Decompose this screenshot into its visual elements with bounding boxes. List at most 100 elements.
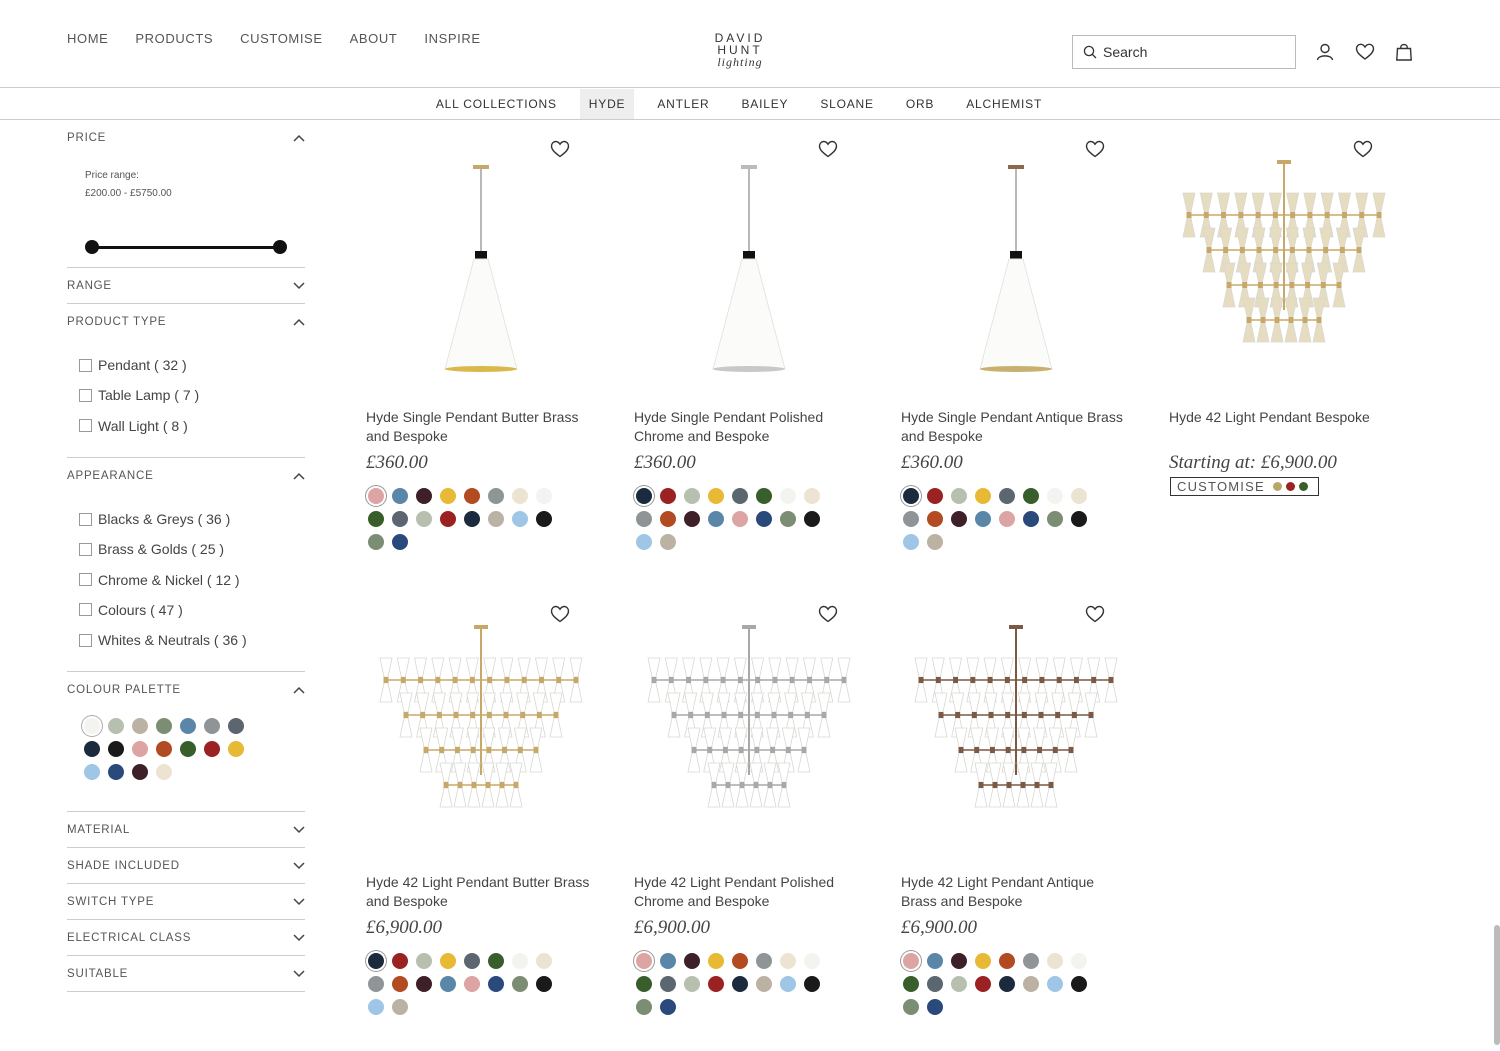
collection-tab-alchemist[interactable]: ALCHEMIST xyxy=(950,89,1058,119)
product-colour-swatch[interactable] xyxy=(684,488,700,504)
product-colour-swatch[interactable] xyxy=(1023,976,1039,992)
collection-tab-bailey[interactable]: BAILEY xyxy=(726,89,805,119)
appearance-option[interactable]: Brass & Golds ( 25 ) xyxy=(79,534,305,564)
product-colour-swatch[interactable] xyxy=(440,511,456,527)
nav-about[interactable]: ABOUT xyxy=(350,31,398,46)
filter-switch-type-header[interactable]: SWITCH TYPE xyxy=(67,884,305,921)
colour-swatch[interactable] xyxy=(84,718,100,735)
product-colour-swatch[interactable] xyxy=(756,976,772,992)
product-colour-swatch[interactable] xyxy=(464,953,480,969)
price-slider-min-handle[interactable] xyxy=(85,240,99,254)
product-colour-swatch[interactable] xyxy=(416,488,432,504)
filter-electrical-class-header[interactable]: ELECTRICAL CLASS xyxy=(67,920,305,957)
product-colour-swatch[interactable] xyxy=(1071,511,1087,527)
colour-swatch[interactable] xyxy=(180,718,196,735)
product-colour-swatch[interactable] xyxy=(368,976,384,992)
product-colour-swatch[interactable] xyxy=(536,976,552,992)
appearance-option[interactable]: Whites & Neutrals ( 36 ) xyxy=(79,625,305,655)
product-colour-swatch[interactable] xyxy=(903,534,919,550)
product-colour-swatch[interactable] xyxy=(1047,488,1063,504)
product-colour-swatch[interactable] xyxy=(636,953,652,969)
product-colour-swatch[interactable] xyxy=(488,511,504,527)
product-colour-swatch[interactable] xyxy=(684,976,700,992)
product-colour-swatch[interactable] xyxy=(440,953,456,969)
product-name[interactable]: Hyde Single Pendant Polished Chrome and … xyxy=(634,408,864,446)
product-colour-swatch[interactable] xyxy=(392,953,408,969)
product-colour-swatch[interactable] xyxy=(392,534,408,550)
search-input[interactable] xyxy=(1103,44,1283,60)
product-colour-swatch[interactable] xyxy=(804,488,820,504)
product-card[interactable]: Hyde Single Pendant Butter Brass and Bes… xyxy=(366,140,596,550)
product-colour-swatch[interactable] xyxy=(416,976,432,992)
product-colour-swatch[interactable] xyxy=(488,488,504,504)
product-colour-swatch[interactable] xyxy=(804,511,820,527)
product-colour-swatch[interactable] xyxy=(927,488,943,504)
product-colour-swatch[interactable] xyxy=(756,953,772,969)
checkbox[interactable] xyxy=(79,573,92,587)
product-colour-swatch[interactable] xyxy=(368,511,384,527)
collection-tab-all-collections[interactable]: ALL COLLECTIONS xyxy=(420,89,573,119)
product-colour-swatch[interactable] xyxy=(512,511,528,527)
product-colour-swatch[interactable] xyxy=(732,511,748,527)
filter-colour-palette-header[interactable]: COLOUR PALETTE xyxy=(67,672,305,708)
checkbox[interactable] xyxy=(79,633,92,647)
product-colour-swatch[interactable] xyxy=(440,488,456,504)
product-colour-swatch[interactable] xyxy=(392,488,408,504)
product-colour-swatch[interactable] xyxy=(732,488,748,504)
price-slider-max-handle[interactable] xyxy=(273,240,287,254)
product-colour-swatch[interactable] xyxy=(636,999,652,1015)
product-colour-swatch[interactable] xyxy=(536,953,552,969)
product-colour-swatch[interactable] xyxy=(636,511,652,527)
product-image[interactable] xyxy=(901,135,1131,375)
product-colour-swatch[interactable] xyxy=(999,976,1015,992)
colour-swatch[interactable] xyxy=(108,741,124,758)
product-colour-swatch[interactable] xyxy=(392,511,408,527)
nav-customise[interactable]: CUSTOMISE xyxy=(240,31,322,46)
product-type-option[interactable]: Table Lamp ( 7 ) xyxy=(79,380,305,410)
colour-swatch[interactable] xyxy=(108,764,124,781)
product-image[interactable] xyxy=(366,135,596,375)
colour-swatch[interactable] xyxy=(132,764,148,781)
product-colour-swatch[interactable] xyxy=(1023,953,1039,969)
product-name[interactable]: Hyde 42 Light Pendant Bespoke xyxy=(1169,408,1399,427)
account-icon[interactable] xyxy=(1315,42,1335,62)
checkbox[interactable] xyxy=(79,358,92,372)
nav-products[interactable]: PRODUCTS xyxy=(135,31,213,46)
customise-button[interactable]: CUSTOMISE xyxy=(1170,477,1319,496)
product-type-option[interactable]: Wall Light ( 8 ) xyxy=(79,411,305,441)
product-card[interactable]: Hyde 42 Light Pendant Butter Brass and B… xyxy=(366,605,596,1015)
product-colour-swatch[interactable] xyxy=(660,999,676,1015)
filter-shade-included-header[interactable]: SHADE INCLUDED xyxy=(67,848,305,885)
product-colour-swatch[interactable] xyxy=(512,976,528,992)
colour-swatch[interactable] xyxy=(180,741,196,758)
nav-inspire[interactable]: INSPIRE xyxy=(424,31,480,46)
product-colour-swatch[interactable] xyxy=(536,511,552,527)
product-image[interactable] xyxy=(1169,135,1399,375)
product-name[interactable]: Hyde 42 Light Pendant Antique Brass and … xyxy=(901,873,1131,911)
appearance-option[interactable]: Colours ( 47 ) xyxy=(79,595,305,625)
product-colour-swatch[interactable] xyxy=(464,976,480,992)
colour-swatch[interactable] xyxy=(204,741,220,758)
product-colour-swatch[interactable] xyxy=(999,488,1015,504)
checkbox[interactable] xyxy=(79,542,92,556)
colour-swatch[interactable] xyxy=(228,741,244,758)
product-colour-swatch[interactable] xyxy=(999,953,1015,969)
filter-material-header[interactable]: MATERIAL xyxy=(67,812,305,849)
product-colour-swatch[interactable] xyxy=(536,488,552,504)
product-image[interactable] xyxy=(366,600,596,840)
product-colour-swatch[interactable] xyxy=(951,953,967,969)
product-colour-swatch[interactable] xyxy=(392,976,408,992)
bag-icon[interactable] xyxy=(1394,42,1414,62)
colour-swatch[interactable] xyxy=(228,718,244,735)
product-colour-swatch[interactable] xyxy=(975,976,991,992)
product-colour-swatch[interactable] xyxy=(636,534,652,550)
product-colour-swatch[interactable] xyxy=(756,511,772,527)
product-colour-swatch[interactable] xyxy=(804,976,820,992)
product-colour-swatch[interactable] xyxy=(927,999,943,1015)
filter-product-type-header[interactable]: PRODUCT TYPE xyxy=(67,304,305,340)
product-colour-swatch[interactable] xyxy=(488,976,504,992)
product-colour-swatch[interactable] xyxy=(1071,953,1087,969)
product-colour-swatch[interactable] xyxy=(1023,488,1039,504)
search-box[interactable] xyxy=(1072,35,1296,69)
colour-swatch[interactable] xyxy=(156,718,172,735)
